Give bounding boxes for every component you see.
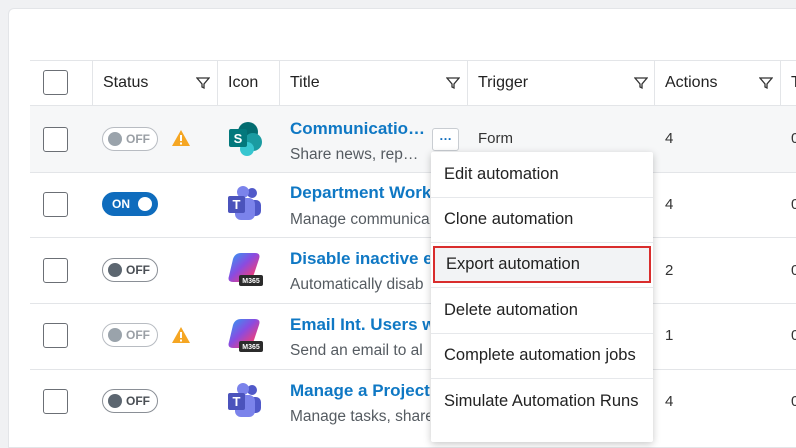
sharepoint-icon: S xyxy=(229,122,262,156)
header-status[interactable]: Status xyxy=(103,60,148,105)
menu-item-delete-automation[interactable]: Delete automation xyxy=(431,288,653,333)
warning-icon xyxy=(172,130,190,146)
toggle-knob xyxy=(108,394,122,408)
row-checkbox[interactable] xyxy=(43,127,68,152)
next-column-value: 0 xyxy=(791,196,796,213)
col-divider xyxy=(92,60,93,105)
row-checkbox[interactable] xyxy=(43,192,68,217)
col-divider xyxy=(467,60,468,105)
teams-icon: T xyxy=(228,186,261,220)
svg-text:T: T xyxy=(233,394,241,409)
automation-description: Automatically disab xyxy=(290,276,424,293)
toggle-knob xyxy=(108,328,122,342)
row-checkbox[interactable] xyxy=(43,389,68,414)
header-icon: Icon xyxy=(228,73,259,91)
header-title[interactable]: Title xyxy=(290,60,320,105)
row-checkbox[interactable] xyxy=(43,323,68,348)
automation-description: Manage communica xyxy=(290,211,430,228)
svg-text:T: T xyxy=(233,197,241,212)
trigger-filter-icon[interactable] xyxy=(634,76,648,90)
toggle-label: OFF xyxy=(126,132,150,146)
automation-description: Send an email to al xyxy=(290,342,423,359)
more-options-button[interactable]: … xyxy=(432,128,459,151)
automation-title-link[interactable]: Email Int. Users w xyxy=(290,315,430,335)
header-actions[interactable]: Actions xyxy=(665,60,717,105)
automation-title-link[interactable]: Department Work xyxy=(290,183,430,203)
toggle-label: OFF xyxy=(126,263,150,277)
status-filter-icon[interactable] xyxy=(196,76,210,90)
menu-item-complete-automation-jobs[interactable]: Complete automation jobs xyxy=(431,333,653,378)
menu-item-export-automation[interactable]: Export automation xyxy=(433,246,651,283)
m365-copilot-icon: M365 xyxy=(228,253,263,286)
toggle-label: OFF xyxy=(126,328,150,342)
teams-icon: T xyxy=(228,383,261,417)
actions-count: 1 xyxy=(665,327,674,344)
select-all-checkbox[interactable] xyxy=(43,70,68,95)
automation-description: Manage tasks, share xyxy=(290,408,430,425)
status-toggle[interactable]: ON xyxy=(102,192,158,216)
toggle-knob xyxy=(108,132,122,146)
header-next-column[interactable]: T xyxy=(791,60,796,105)
col-divider xyxy=(279,60,280,105)
status-toggle[interactable]: OFF xyxy=(102,389,158,413)
status-toggle[interactable]: OFF xyxy=(102,323,158,347)
col-divider xyxy=(780,60,781,105)
status-toggle[interactable]: OFF xyxy=(102,258,158,282)
toggle-knob xyxy=(138,197,152,211)
row-checkbox[interactable] xyxy=(43,258,68,283)
automation-title-link[interactable]: Disable inactive e xyxy=(290,249,430,269)
automation-title-link[interactable]: Manage a Project xyxy=(290,381,430,401)
next-column-value: 0 xyxy=(791,327,796,344)
actions-count: 4 xyxy=(665,196,674,213)
menu-item-simulate-automation-runs[interactable]: Simulate Automation Runs xyxy=(431,379,653,424)
header-trigger[interactable]: Trigger xyxy=(478,60,528,105)
svg-text:M365: M365 xyxy=(242,278,260,285)
col-divider xyxy=(217,60,218,105)
trigger-value: Form xyxy=(478,130,513,147)
svg-text:M365: M365 xyxy=(242,344,260,351)
menu-item-clone-automation[interactable]: Clone automation xyxy=(431,197,653,242)
title-filter-icon[interactable] xyxy=(446,76,460,90)
next-column-value: 0 xyxy=(791,393,796,410)
status-toggle[interactable]: OFF xyxy=(102,127,158,151)
next-column-value: 0 xyxy=(791,130,796,147)
automation-title-link[interactable]: Communicatio… xyxy=(290,119,432,139)
toggle-label: OFF xyxy=(126,394,150,408)
m365-copilot-icon: M365 xyxy=(228,319,263,352)
automation-context-menu: Edit automation Clone automation Export … xyxy=(431,152,653,442)
actions-count: 2 xyxy=(665,262,674,279)
actions-count: 4 xyxy=(665,393,674,410)
col-divider xyxy=(654,60,655,105)
toggle-label: ON xyxy=(112,197,130,211)
menu-separator xyxy=(431,242,653,243)
warning-icon xyxy=(172,327,190,343)
automation-description: Share news, rep… xyxy=(290,146,419,163)
next-column-value: 0 xyxy=(791,262,796,279)
svg-text:S: S xyxy=(234,131,243,146)
actions-count: 4 xyxy=(665,130,674,147)
actions-filter-icon[interactable] xyxy=(759,76,773,90)
toggle-knob xyxy=(108,263,122,277)
menu-item-edit-automation[interactable]: Edit automation xyxy=(431,152,653,197)
